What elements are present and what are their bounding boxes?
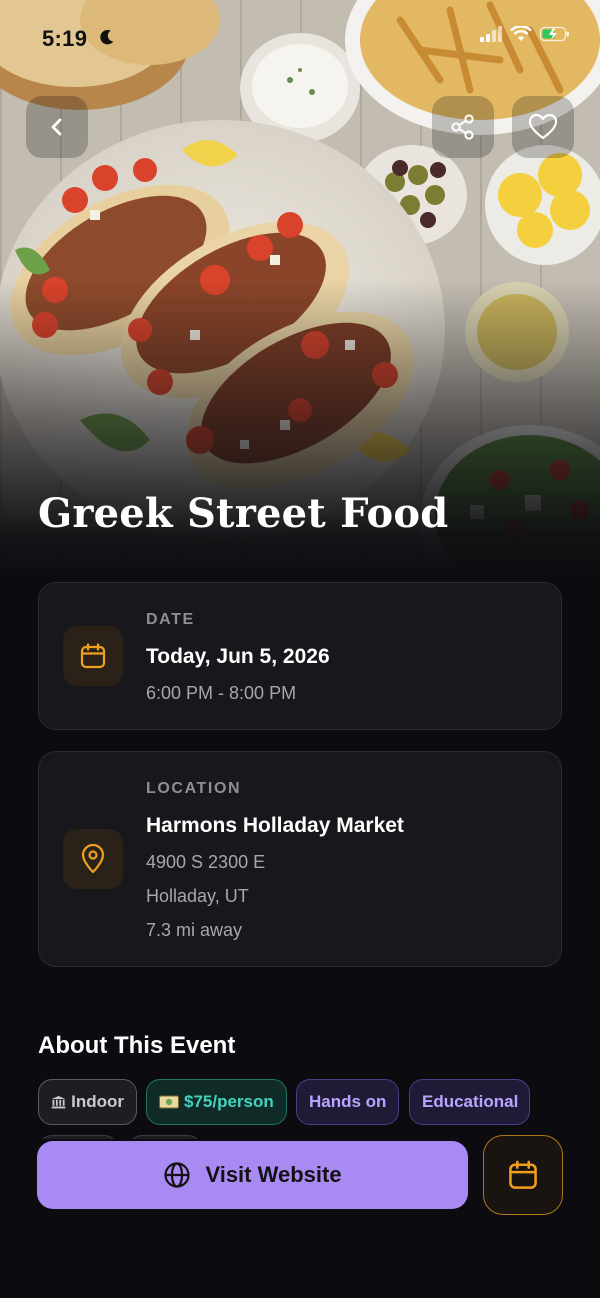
building-icon — [51, 1095, 66, 1109]
date-card: DATE Today, Jun 5, 2026 6:00 PM - 8:00 P… — [38, 582, 562, 730]
tag-hands-on: Hands on — [296, 1079, 399, 1125]
globe-icon — [164, 1162, 191, 1188]
date-label: DATE — [146, 611, 195, 628]
event-date: Today, Jun 5, 2026 — [146, 645, 330, 668]
tag-partially-hidden — [128, 1135, 202, 1139]
battery-charging-icon — [540, 26, 569, 42]
location-icon-box — [63, 829, 123, 889]
status-time: 5:19 — [42, 26, 88, 51]
distance: 7.3 mi away — [146, 920, 243, 940]
visit-website-button[interactable]: Visit Website — [37, 1141, 468, 1209]
tag-educational: Educational — [409, 1079, 530, 1125]
cellular-signal-icon — [480, 26, 502, 42]
map-pin-icon — [81, 844, 105, 874]
calendar-icon — [509, 1160, 537, 1189]
tag-label: $75/person — [184, 1092, 274, 1111]
calendar-icon — [80, 643, 106, 669]
status-icons — [480, 26, 570, 42]
address-line-2: Holladay, UT — [146, 886, 249, 906]
event-title: Greek Street Food — [38, 490, 449, 537]
wifi-icon — [510, 26, 532, 41]
back-button[interactable] — [26, 96, 88, 158]
heart-icon — [528, 113, 558, 140]
venue-name: Harmons Holladay Market — [146, 814, 404, 837]
share-button[interactable] — [432, 96, 494, 158]
money-icon — [159, 1095, 179, 1109]
tag-label: Indoor — [71, 1092, 124, 1111]
share-icon — [451, 114, 474, 140]
event-time-range: 6:00 PM - 8:00 PM — [146, 683, 297, 703]
tag-indoor: Indoor — [38, 1079, 137, 1125]
do-not-disturb-moon-icon — [100, 30, 114, 45]
date-icon-box — [63, 626, 123, 686]
status-bar: 5:19 — [0, 0, 600, 76]
tag-list: Indoor $75/person Hands on Educational — [38, 1079, 568, 1139]
tag-partially-hidden — [38, 1135, 118, 1139]
tag-label: Educational — [422, 1092, 519, 1111]
add-to-calendar-button[interactable] — [483, 1135, 563, 1215]
about-heading: About This Event — [38, 1032, 236, 1059]
location-card[interactable]: LOCATION Harmons Holladay Market 4900 S … — [38, 751, 562, 967]
chevron-left-icon — [51, 118, 62, 136]
location-label: LOCATION — [146, 780, 242, 797]
favorite-button[interactable] — [512, 96, 574, 158]
visit-website-label: Visit Website — [205, 1162, 342, 1187]
tag-price: $75/person — [146, 1079, 287, 1125]
tag-label: Hands on — [309, 1092, 387, 1111]
address-line-1: 4900 S 2300 E — [146, 852, 266, 872]
